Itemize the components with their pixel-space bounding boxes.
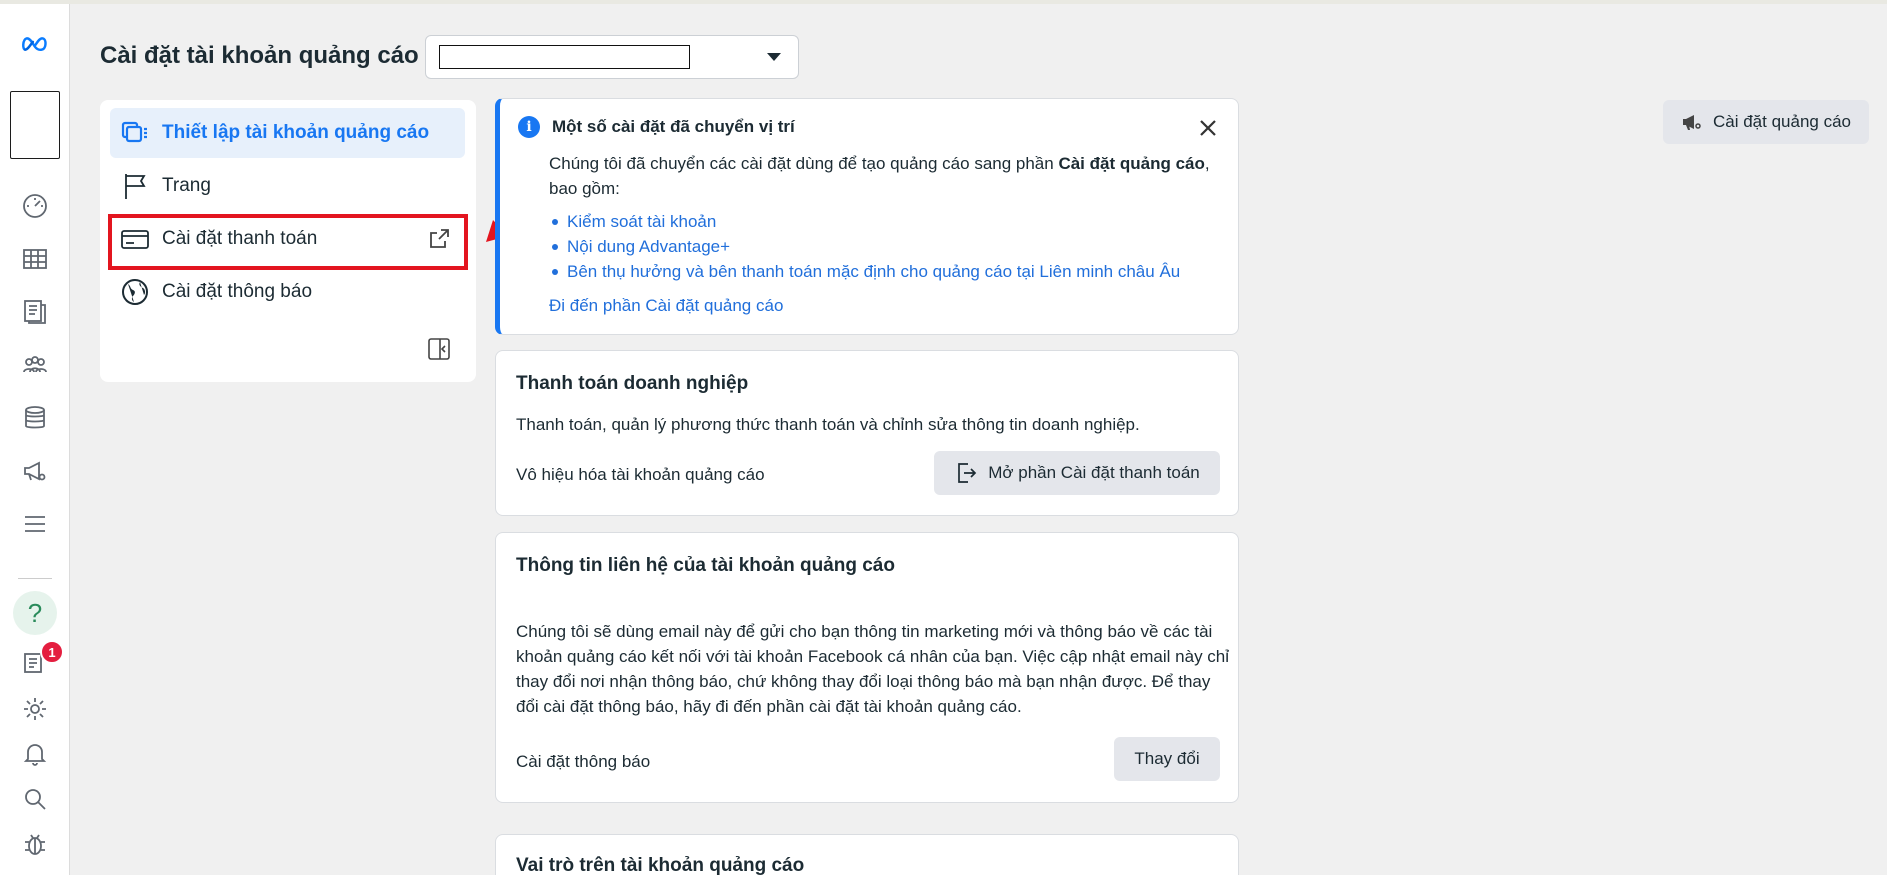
top-border bbox=[0, 0, 1887, 4]
nav-item-ad-account-setup[interactable]: Thiết lập tài khoản quảng cáo bbox=[110, 108, 465, 158]
info-icon: i bbox=[518, 116, 540, 138]
left-rail: ? 1 bbox=[0, 4, 70, 875]
ad-settings-button-label: Cài đặt quảng cáo bbox=[1713, 112, 1851, 131]
card-title: Thanh toán doanh nghiệp bbox=[516, 373, 749, 394]
table-icon[interactable] bbox=[17, 241, 53, 277]
menu-icon[interactable] bbox=[17, 506, 53, 542]
notification-badge: 1 bbox=[40, 640, 64, 664]
info-banner-title: Một số cài đặt đã chuyển vị trí bbox=[552, 117, 795, 136]
go-to-ad-settings-link[interactable]: Đi đến phần Cài đặt quảng cáo bbox=[549, 296, 783, 316]
annotation-highlight-box bbox=[108, 214, 468, 270]
flag-icon bbox=[120, 171, 150, 201]
moved-settings-list: Kiểm soát tài khoản Nội dung Advantage+ … bbox=[551, 209, 1180, 284]
ad-account-name-redacted bbox=[439, 45, 690, 69]
disable-ad-account-link[interactable]: Vô hiệu hóa tài khoản quảng cáo bbox=[516, 462, 765, 487]
notification-settings-link[interactable]: Cài đặt thông báo bbox=[516, 749, 650, 774]
info-banner: i Một số cài đặt đã chuyển vị trí Chúng … bbox=[495, 98, 1239, 335]
nav-item-notification-settings[interactable]: Cài đặt thông báo bbox=[110, 267, 465, 317]
nav-label: Cài đặt thông báo bbox=[162, 281, 313, 302]
megaphone-icon bbox=[1683, 115, 1701, 130]
ad-account-roles-card: Vai trò trên tài khoản quảng cáo bbox=[495, 834, 1239, 875]
card-title: Thông tin liên hệ của tài khoản quảng cá… bbox=[516, 555, 895, 576]
help-icon[interactable]: ? bbox=[13, 591, 57, 635]
gear-icon[interactable] bbox=[17, 691, 53, 727]
dashboard-gauge-icon[interactable] bbox=[17, 188, 53, 224]
ad-account-dropdown[interactable] bbox=[425, 35, 799, 79]
globe-icon bbox=[120, 277, 150, 307]
billing-stack-icon[interactable] bbox=[17, 400, 53, 436]
bell-icon[interactable] bbox=[17, 736, 53, 772]
nav-label: Trang bbox=[162, 175, 211, 196]
ad-settings-button[interactable]: Cài đặt quảng cáo bbox=[1663, 100, 1869, 144]
megaphone-settings-icon[interactable] bbox=[17, 453, 53, 489]
account-avatar[interactable] bbox=[10, 91, 60, 159]
business-payment-card: Thanh toán doanh nghiệp Thanh toán, quản… bbox=[495, 350, 1239, 516]
card-description: Thanh toán, quản lý phương thức thanh to… bbox=[516, 415, 1140, 434]
card-description: Chúng tôi sẽ dùng email này để gửi cho b… bbox=[516, 622, 1230, 716]
search-icon[interactable] bbox=[17, 781, 53, 817]
list-item-link[interactable]: Kiểm soát tài khoản bbox=[551, 209, 1180, 234]
change-button[interactable]: Thay đổi bbox=[1114, 737, 1220, 781]
collapse-panel-icon[interactable] bbox=[426, 336, 452, 362]
audience-icon[interactable] bbox=[17, 347, 53, 383]
info-banner-header: i Một số cài đặt đã chuyển vị trí bbox=[518, 116, 795, 138]
open-external-icon bbox=[958, 463, 977, 483]
pages-icon[interactable] bbox=[17, 294, 53, 330]
open-payment-settings-button[interactable]: Mở phần Cài đặt thanh toán bbox=[934, 451, 1220, 495]
list-item-link[interactable]: Bên thụ hưởng và bên thanh toán mặc định… bbox=[551, 259, 1180, 284]
open-payment-settings-label: Mở phần Cài đặt thanh toán bbox=[988, 463, 1200, 482]
bug-report-icon[interactable] bbox=[17, 826, 53, 862]
rail-divider bbox=[18, 578, 52, 579]
nav-item-pages[interactable]: Trang bbox=[110, 161, 465, 211]
contact-info-card: Thông tin liên hệ của tài khoản quảng cá… bbox=[495, 532, 1239, 803]
card-title: Vai trò trên tài khoản quảng cáo bbox=[516, 855, 805, 875]
info-body-text: Chúng tôi đã chuyển các cài đặt dùng để … bbox=[549, 154, 1059, 173]
page-title: Cài đặt tài khoản quảng cáo bbox=[100, 42, 419, 69]
nav-label: Thiết lập tài khoản quảng cáo bbox=[162, 122, 430, 143]
ad-account-settings-icon bbox=[120, 118, 150, 148]
close-icon[interactable] bbox=[1196, 116, 1220, 140]
meta-logo-icon[interactable] bbox=[17, 26, 53, 62]
info-banner-body: Chúng tôi đã chuyển các cài đặt dùng để … bbox=[549, 151, 1229, 201]
info-body-bold: Cài đặt quảng cáo bbox=[1058, 154, 1205, 173]
list-item-link[interactable]: Nội dung Advantage+ bbox=[551, 234, 1180, 259]
chevron-down-icon bbox=[767, 53, 781, 61]
